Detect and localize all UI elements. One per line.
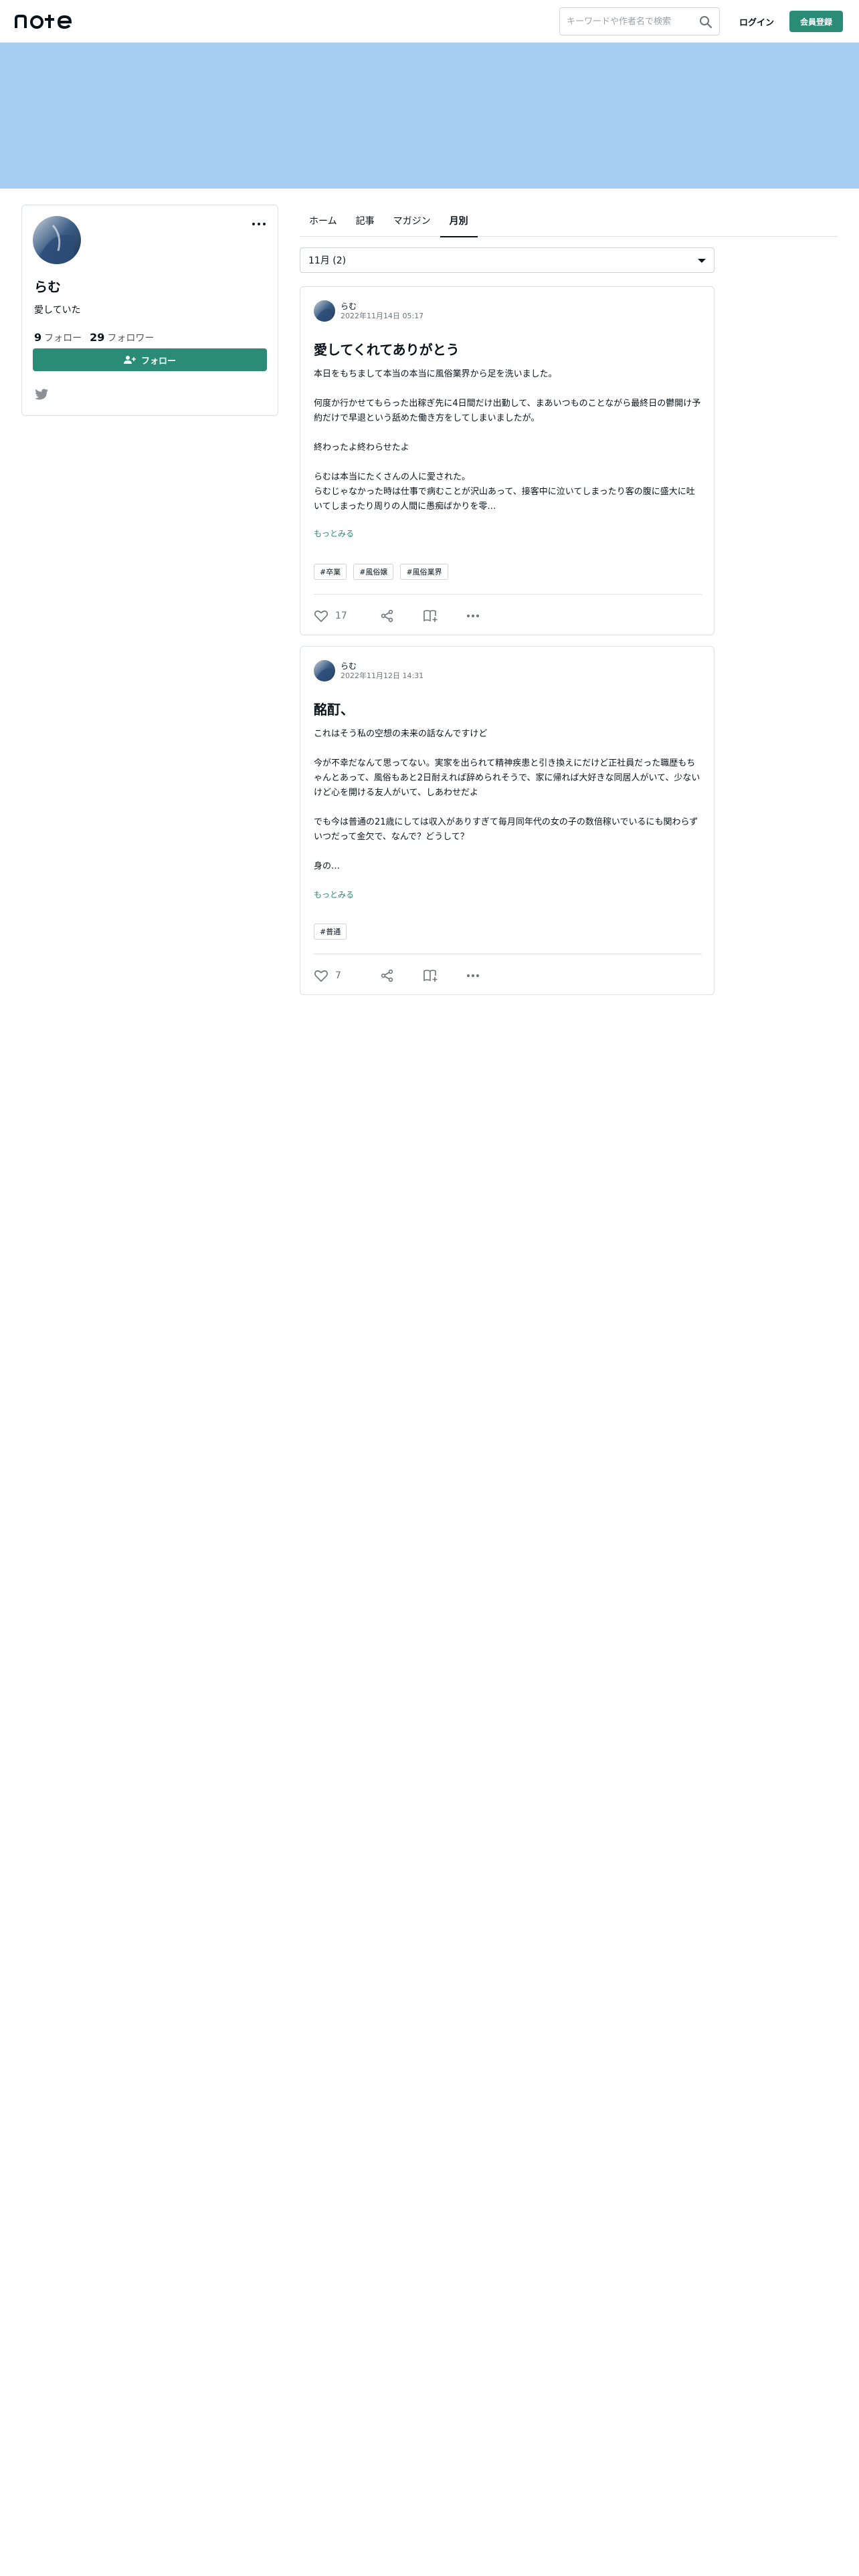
month-select[interactable]: 11月 (2)	[300, 247, 714, 273]
article-card[interactable]: らむ 2022年11月12日 14:31 酩酊、 これはそう私の空想の未来の話な…	[300, 646, 714, 995]
author-avatar[interactable]	[314, 660, 335, 681]
tab-magazines[interactable]: マガジン	[384, 205, 440, 237]
hashtag[interactable]: #風俗嬢	[353, 564, 394, 580]
heart-icon	[314, 610, 328, 623]
avatar[interactable]	[33, 216, 81, 264]
following-link[interactable]: 9 フォロー	[34, 331, 82, 344]
author-name[interactable]: らむ	[341, 661, 423, 671]
heart-icon	[314, 970, 328, 982]
profile-tabs: ホーム 記事 マガジン 月別	[300, 205, 838, 237]
article-date: 2022年11月12日 14:31	[341, 671, 424, 680]
article-title[interactable]: 酩酊、	[314, 699, 354, 718]
article-actions: 7	[314, 966, 509, 985]
article-date: 2022年11月14日 05:17	[341, 312, 424, 320]
hashtag-list: #卒業 #風俗嬢 #風俗業界	[314, 564, 448, 580]
tab-home[interactable]: ホーム	[300, 205, 347, 237]
followers-label: フォロワー	[107, 333, 155, 344]
more-options-icon[interactable]	[251, 219, 267, 229]
author-avatar[interactable]	[314, 300, 335, 322]
tab-articles[interactable]: 記事	[347, 205, 384, 237]
followers-link[interactable]: 29 フォロワー	[90, 331, 154, 344]
search-input[interactable]	[567, 16, 691, 27]
header: ログイン 会員登録	[0, 0, 859, 43]
profile-bio: 愛していた	[34, 305, 81, 316]
search-icon[interactable]	[698, 14, 714, 30]
hashtag[interactable]: #普通	[314, 924, 347, 940]
article-excerpt: これはそう私の空想の未来の話なんですけど 今が不幸だなんて思ってない。実家を出ら…	[314, 729, 700, 871]
like-count: 17	[335, 611, 347, 621]
follow-button-label: フォロー	[140, 356, 176, 366]
read-more-link[interactable]: もっとみる	[314, 528, 354, 539]
like-button[interactable]: 17	[314, 609, 381, 623]
cover-image	[0, 43, 859, 189]
chevron-down-icon	[698, 259, 706, 263]
article-card[interactable]: らむ 2022年11月14日 05:17 愛してくれてありがとう 本日をもちまし…	[300, 286, 714, 635]
share-button[interactable]	[381, 969, 423, 982]
add-to-magazine-button[interactable]	[423, 609, 466, 623]
share-icon	[381, 609, 393, 623]
magazine-icon	[423, 610, 438, 622]
article-actions: 17	[314, 607, 509, 625]
note-logo-icon	[15, 15, 72, 29]
add-user-icon	[123, 356, 136, 364]
author-avatar-image	[314, 660, 335, 681]
follow-button[interactable]: フォロー	[33, 348, 267, 371]
hashtag[interactable]: #風俗業界	[400, 564, 448, 580]
signup-button[interactable]: 会員登録	[789, 11, 843, 32]
article-meta: らむ 2022年11月12日 14:31	[314, 660, 423, 681]
hashtag-list: #普通	[314, 924, 347, 940]
article-more-button[interactable]	[466, 974, 509, 978]
add-to-magazine-button[interactable]	[423, 969, 466, 982]
like-button[interactable]: 7	[314, 969, 381, 982]
like-count: 7	[335, 970, 341, 981]
share-button[interactable]	[381, 609, 423, 623]
article-more-button[interactable]	[466, 614, 509, 618]
profile-name: らむ	[34, 279, 61, 295]
more-options-icon	[467, 615, 479, 617]
profile-card: らむ 愛していた 9 フォロー 29 フォロワー フォロー	[21, 205, 278, 416]
article-meta: らむ 2022年11月14日 05:17	[314, 300, 423, 322]
tab-monthly[interactable]: 月別	[440, 205, 478, 237]
following-label: フォロー	[44, 333, 82, 344]
more-options-icon	[467, 974, 479, 977]
article-title[interactable]: 愛してくれてありがとう	[314, 339, 460, 358]
twitter-icon[interactable]	[34, 389, 49, 401]
author-avatar-image	[314, 300, 335, 322]
article-excerpt: 本日をもちまして本当の本当に風俗業界から足を洗いました。 何度か行かせてもらった…	[314, 369, 701, 512]
search-box[interactable]	[559, 7, 720, 35]
divider	[314, 594, 702, 595]
following-count: 9	[34, 331, 42, 344]
login-button[interactable]: ログイン	[731, 12, 783, 31]
month-select-value: 11月 (2)	[308, 255, 347, 266]
hashtag[interactable]: #卒業	[314, 564, 347, 580]
author-name[interactable]: らむ	[341, 301, 423, 312]
follow-stats: 9 フォロー 29 フォロワー	[34, 331, 154, 344]
note-logo[interactable]	[15, 9, 83, 33]
share-icon	[381, 969, 393, 982]
read-more-link[interactable]: もっとみる	[314, 889, 354, 900]
magazine-icon	[423, 970, 438, 982]
avatar-image	[33, 216, 81, 264]
followers-count: 29	[90, 331, 105, 344]
